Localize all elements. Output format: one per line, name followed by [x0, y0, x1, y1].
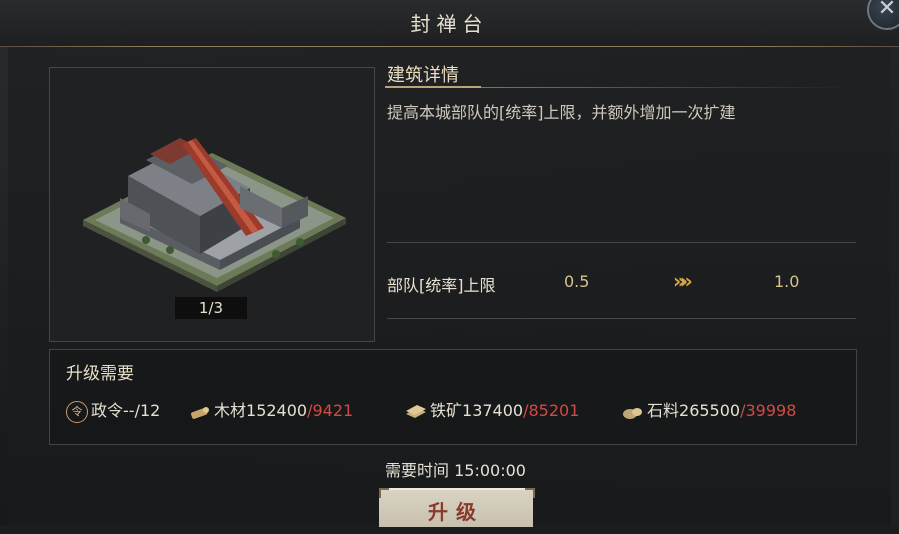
title-divider	[8, 46, 891, 47]
requirement-need: /12	[134, 401, 161, 420]
requirement-have: 265500	[679, 401, 741, 420]
section-title-accent	[385, 86, 481, 88]
close-icon: ✕	[877, 0, 897, 21]
building-description: 提高本城部队的[统率]上限，并额外增加一次扩建	[387, 103, 736, 122]
requirement-stone: 石料265500/39998	[622, 397, 796, 421]
upgrade-button[interactable]: 升级	[379, 488, 533, 527]
requirement-name: 木材	[214, 401, 247, 420]
window-title: 封禅台	[410, 12, 489, 36]
title-bar: 封禅台	[0, 0, 899, 47]
requirement-have: 137400	[462, 401, 524, 420]
stat-divider-top	[387, 242, 856, 243]
requirement-name: 铁矿	[430, 401, 463, 420]
requirement-have: 152400	[246, 401, 308, 420]
time-value: 15:00:00	[454, 461, 526, 480]
button-corner-ornament	[525, 488, 535, 498]
requirement-need: /9421	[307, 401, 354, 420]
requirement-wood: 木材152400/9421	[189, 397, 353, 421]
iron-ore-icon	[406, 404, 426, 418]
image-page-indicator: 1/3	[175, 297, 247, 319]
stat-next-value: 1.0	[774, 272, 800, 291]
button-corner-ornament	[379, 488, 389, 498]
stat-divider-bottom	[387, 318, 856, 319]
upgrade-time: 需要时间 15:00:00	[0, 457, 899, 481]
time-label: 需要时间	[385, 461, 450, 480]
order-seal-icon: 令	[66, 400, 88, 423]
stat-label: 部队[统率]上限	[387, 276, 496, 295]
requirement-have: --	[123, 401, 135, 420]
requirements-title: 升级需要	[66, 364, 134, 384]
requirement-need: /39998	[740, 401, 797, 420]
stone-icon	[623, 407, 642, 419]
requirement-name: 石料	[647, 401, 680, 420]
stat-current-value: 0.5	[564, 272, 590, 291]
requirement-need: /85201	[523, 401, 580, 420]
requirement-order: 令政令--/12	[66, 397, 160, 423]
wood-icon	[191, 406, 209, 419]
section-title-details: 建筑详情	[387, 65, 459, 86]
requirement-iron: 铁矿137400/85201	[405, 397, 579, 421]
requirement-name: 政令	[91, 401, 124, 420]
upgrade-arrow-icon: »»	[673, 269, 693, 293]
